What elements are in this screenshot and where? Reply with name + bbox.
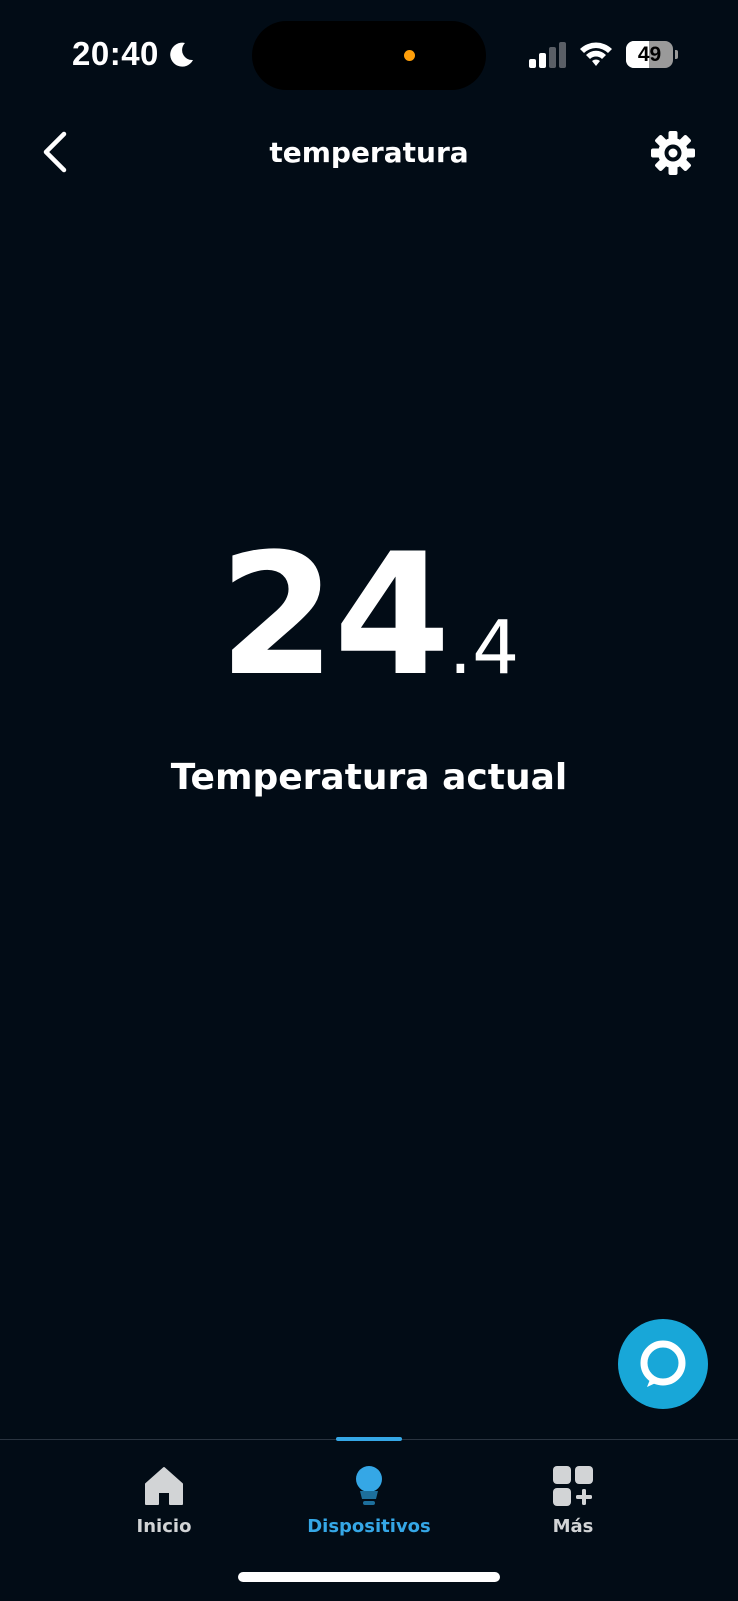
nav-label-dispositivos: Dispositivos	[307, 1516, 431, 1537]
alexa-button[interactable]	[618, 1319, 708, 1409]
temperature-decimal: .4	[448, 605, 520, 691]
active-tab-indicator	[336, 1437, 402, 1441]
temperature-caption: Temperatura actual	[170, 757, 568, 798]
page-title: temperatura	[269, 136, 469, 169]
moon-icon	[170, 42, 193, 67]
home-indicator[interactable]	[238, 1572, 500, 1582]
battery-level: 49	[637, 43, 662, 66]
privacy-indicator-dot	[404, 50, 415, 61]
settings-button[interactable]	[648, 128, 698, 178]
status-time: 20:40	[72, 35, 159, 72]
dynamic-island	[252, 21, 486, 90]
gear-icon	[651, 131, 695, 175]
nav-item-inicio[interactable]: Inicio	[79, 1452, 249, 1552]
lightbulb-icon	[356, 1466, 382, 1505]
nav-item-mas[interactable]: Más	[488, 1452, 658, 1552]
chevron-left-icon	[43, 131, 67, 173]
home-icon	[145, 1467, 183, 1505]
temperature-value: 24.4	[0, 530, 738, 700]
nav-label-inicio: Inicio	[136, 1516, 192, 1537]
alexa-icon	[640, 1340, 686, 1387]
more-grid-icon	[553, 1466, 593, 1506]
battery-tip	[675, 50, 678, 59]
temperature-integer: 24	[218, 517, 451, 713]
nav-item-dispositivos[interactable]: Dispositivos	[284, 1452, 454, 1552]
battery-body: 49	[626, 41, 673, 68]
cellular-signal-icon	[529, 42, 566, 68]
back-button[interactable]	[30, 122, 84, 182]
nav-label-mas: Más	[552, 1516, 594, 1537]
wifi-icon	[580, 42, 612, 66]
battery-indicator: 49	[626, 41, 678, 68]
